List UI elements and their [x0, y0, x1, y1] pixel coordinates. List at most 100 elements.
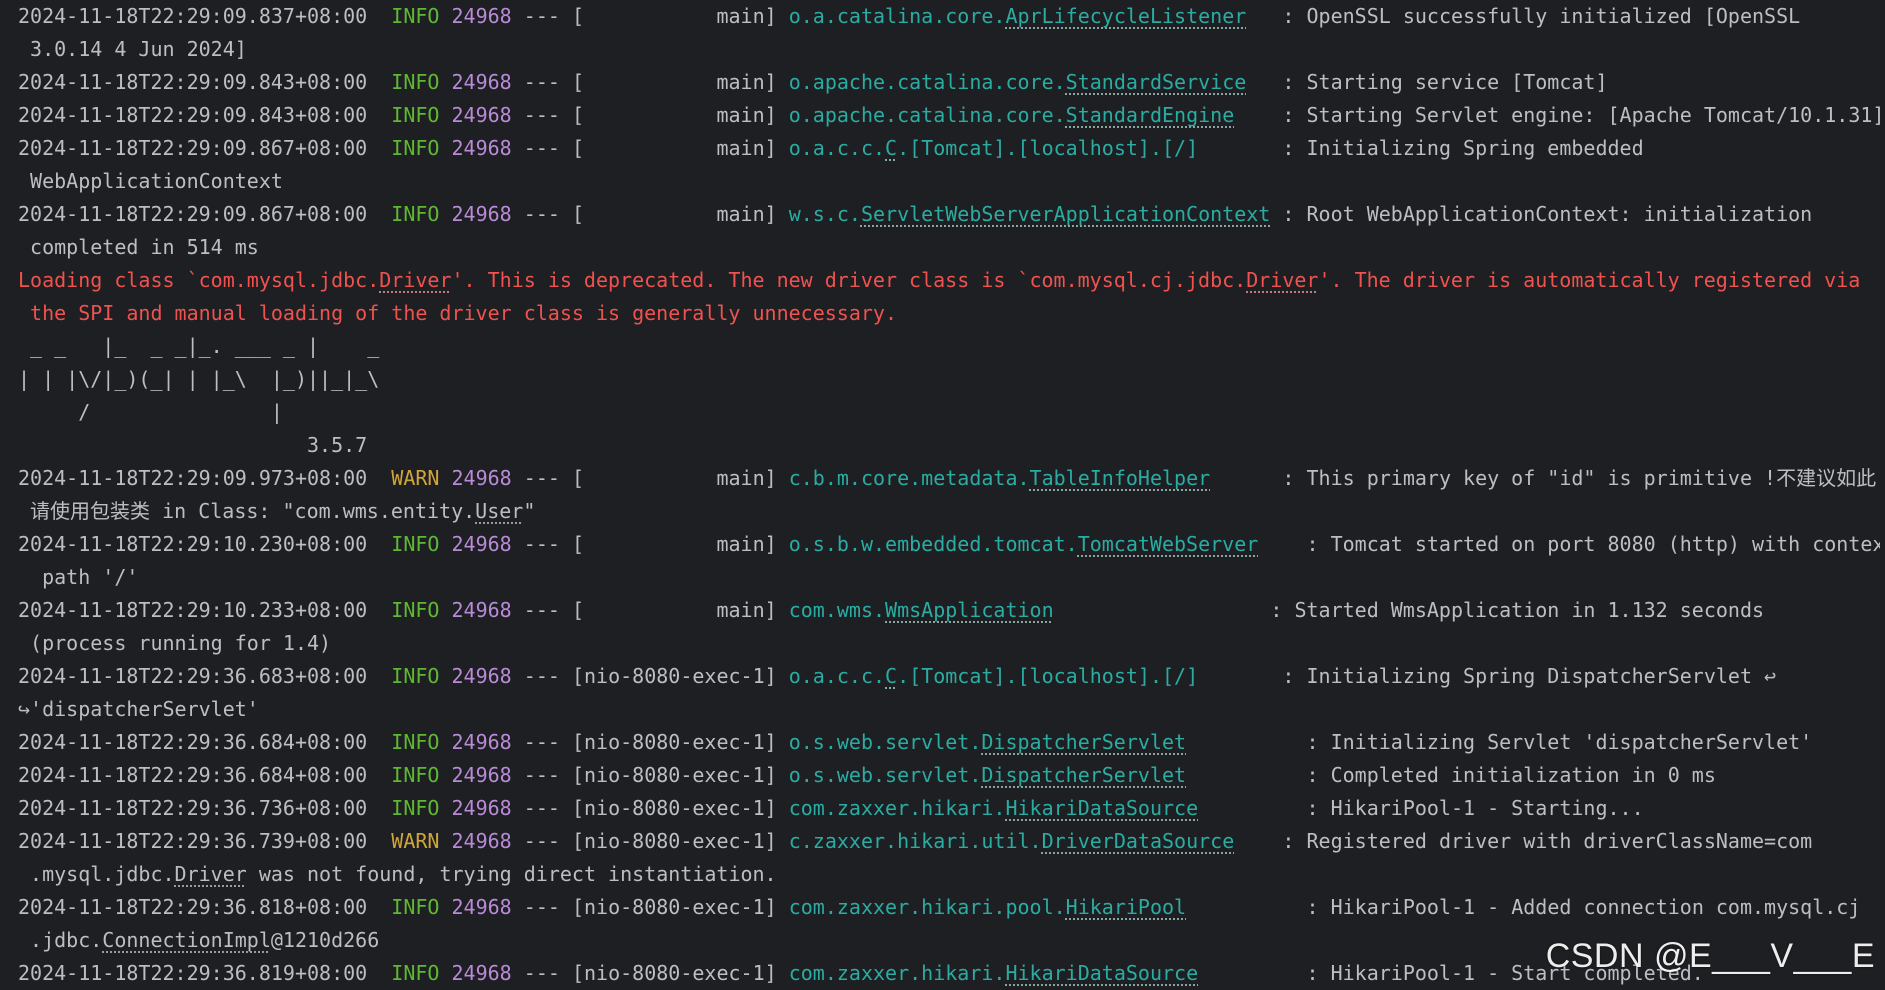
- logger-class: C: [885, 136, 898, 160]
- log-logger-link[interactable]: o.a.c.c.C.[Tomcat].[localhost].[/]: [789, 136, 1198, 160]
- log-logger-link[interactable]: c.zaxxer.hikari.util.DriverDataSource: [789, 829, 1235, 853]
- log-line: 2024-11-18T22:29:09.867+08:00 INFO 24968…: [18, 136, 1644, 160]
- log-line: 2024-11-18T22:29:09.843+08:00 INFO 24968…: [18, 70, 1608, 94]
- log-pid: 24968: [451, 532, 512, 556]
- logger-class: TableInfoHelper: [1029, 466, 1211, 490]
- log-timestamp: 2024-11-18T22:29:09.843+08:00: [18, 103, 368, 127]
- line-text: .jdbc.: [18, 928, 103, 952]
- banner-line: / |: [18, 396, 1880, 429]
- log-logger-link[interactable]: c.b.m.core.metadata.TableInfoHelper: [789, 466, 1210, 490]
- continuation-text: (process running for 1.4): [18, 631, 332, 655]
- log-logger-link[interactable]: w.s.c.ServletWebServerApplicationContext: [789, 202, 1271, 226]
- log-logger-link[interactable]: o.apache.catalina.core.StandardEngine: [789, 103, 1235, 127]
- log-logger-link[interactable]: o.s.b.w.embedded.tomcat.TomcatWebServer: [789, 532, 1259, 556]
- error-line: the SPI and manual loading of the driver…: [18, 297, 1880, 330]
- log-line: 2024-11-18T22:29:10.230+08:00 INFO 24968…: [18, 528, 1880, 561]
- logger-package: c.zaxxer.hikari.util.: [788, 829, 1042, 853]
- log-logger-link[interactable]: o.apache.catalina.core.StandardService: [789, 70, 1247, 94]
- logger-class: HikariDataSource: [1005, 796, 1199, 820]
- log-thread: [nio-8080-exec-1]: [571, 664, 777, 688]
- log-line: 2024-11-18T22:29:09.843+08:00 INFO 24968…: [18, 99, 1880, 132]
- banner-line: | | |\/|_)(_| | |_\ |_)||_|_\: [18, 363, 1880, 396]
- log-logger-link[interactable]: com.zaxxer.hikari.HikariDataSource: [789, 961, 1198, 985]
- log-logger-link[interactable]: o.s.web.servlet.DispatcherServlet: [789, 730, 1186, 754]
- log-pid: 24968: [451, 895, 512, 919]
- log-pid: 24968: [451, 730, 512, 754]
- log-pad: [1054, 598, 1271, 622]
- logger-package: com.zaxxer.hikari.: [788, 796, 1006, 820]
- log-continuation: .mysql.jdbc.Driver was not found, trying…: [18, 858, 1880, 891]
- log-logger-link[interactable]: com.zaxxer.hikari.pool.HikariPool: [789, 895, 1186, 919]
- log-level: WARN: [391, 829, 440, 853]
- log-line: 2024-11-18T22:29:36.736+08:00 INFO 24968…: [18, 796, 1644, 820]
- log-logger-link[interactable]: o.a.catalina.core.AprLifecycleListener: [789, 4, 1247, 28]
- log-message: : HikariPool-1 - Added connection com.my…: [1306, 895, 1861, 919]
- log-logger-link[interactable]: com.wms.WmsApplication: [789, 598, 1054, 622]
- log-message: : Registered driver with driverClassName…: [1282, 829, 1813, 853]
- log-line: 2024-11-18T22:29:36.818+08:00 INFO 24968…: [18, 895, 1861, 919]
- continuation-text: ↪'dispatcherServlet': [18, 697, 259, 721]
- log-line: 2024-11-18T22:29:36.683+08:00 INFO 24968…: [18, 664, 1777, 688]
- line-text: .mysql.jdbc.: [18, 862, 175, 886]
- log-timestamp: 2024-11-18T22:29:36.739+08:00: [18, 829, 368, 853]
- log-line: 2024-11-18T22:29:10.233+08:00 INFO 24968…: [18, 598, 1765, 622]
- console-output[interactable]: 2024-11-18T22:29:09.837+08:00 INFO 24968…: [18, 0, 1880, 990]
- log-level: INFO: [391, 202, 440, 226]
- logger-package: o.apache.catalina.core.: [788, 103, 1066, 127]
- log-thread: [ main]: [571, 136, 777, 160]
- log-timestamp: 2024-11-18T22:29:36.684+08:00: [18, 730, 368, 754]
- log-pad: [1198, 796, 1306, 820]
- logger-package: o.a.c.c.: [788, 136, 886, 160]
- log-timestamp: 2024-11-18T22:29:09.973+08:00: [18, 466, 368, 490]
- log-message: : This primary key of "id" is primitive …: [1282, 466, 1877, 490]
- log-thread: [ main]: [571, 532, 777, 556]
- log-line: 2024-11-18T22:29:36.684+08:00 INFO 24968…: [18, 730, 1813, 754]
- log-pad: [1234, 829, 1282, 853]
- log-pad: [1246, 4, 1282, 28]
- log-level: INFO: [391, 796, 440, 820]
- log-timestamp: 2024-11-18T22:29:09.843+08:00: [18, 70, 368, 94]
- log-pad: [1186, 730, 1306, 754]
- logger-package: c.b.m.core.metadata.: [788, 466, 1030, 490]
- log-pid: 24968: [451, 70, 512, 94]
- log-thread: [ main]: [571, 4, 777, 28]
- log-line: 2024-11-18T22:29:36.684+08:00 INFO 24968…: [18, 763, 1716, 787]
- log-level: INFO: [391, 895, 440, 919]
- log-timestamp: 2024-11-18T22:29:36.819+08:00: [18, 961, 368, 985]
- log-timestamp: 2024-11-18T22:29:10.230+08:00: [18, 532, 368, 556]
- log-logger-link[interactable]: o.s.web.servlet.DispatcherServlet: [789, 763, 1186, 787]
- error-line: Loading class `com.mysql.jdbc.Driver'. T…: [18, 264, 1880, 297]
- log-message: : Initializing Spring DispatcherServlet …: [1282, 664, 1777, 688]
- log-pad: [1234, 103, 1282, 127]
- log-pid: 24968: [451, 103, 512, 127]
- log-timestamp: 2024-11-18T22:29:36.684+08:00: [18, 763, 368, 787]
- logger-package: o.a.catalina.core.: [788, 4, 1006, 28]
- banner-text: / |: [18, 400, 404, 424]
- log-continuation: completed in 514 ms: [18, 231, 1880, 264]
- log-thread: [nio-8080-exec-1]: [571, 796, 777, 820]
- logger-class: StandardService: [1065, 70, 1247, 94]
- logger-package: com.zaxxer.hikari.pool.: [788, 895, 1066, 919]
- log-timestamp: 2024-11-18T22:29:10.233+08:00: [18, 598, 368, 622]
- log-pid: 24968: [451, 4, 512, 28]
- log-pad: [1186, 763, 1306, 787]
- logger-class: DriverDataSource: [1041, 829, 1235, 853]
- log-pad: [1270, 202, 1282, 226]
- log-pid: 24968: [451, 136, 512, 160]
- log-line: 2024-11-18T22:29:09.973+08:00 WARN 24968…: [18, 466, 1877, 490]
- log-logger-link[interactable]: com.zaxxer.hikari.HikariDataSource: [789, 796, 1198, 820]
- log-pid: 24968: [451, 466, 512, 490]
- csdn-watermark: CSDN @E___V___E: [1545, 937, 1875, 975]
- log-continuation: path '/': [18, 561, 1880, 594]
- line-text: @1210d266: [270, 928, 380, 952]
- log-thread: [ main]: [571, 598, 777, 622]
- log-pid: 24968: [451, 664, 512, 688]
- log-continuation: 请使用包装类 in Class: "com.wms.entity.User": [18, 495, 1880, 528]
- logger-class: TomcatWebServer: [1077, 532, 1259, 556]
- log-level: INFO: [391, 70, 440, 94]
- log-message: : OpenSSL successfully initialized [Open…: [1282, 4, 1801, 28]
- log-level: INFO: [391, 763, 440, 787]
- logger-class: DispatcherServlet: [981, 730, 1187, 754]
- line-text: Loading class `com.mysql.jdbc.: [18, 268, 380, 292]
- log-logger-link[interactable]: o.a.c.c.C.[Tomcat].[localhost].[/]: [789, 664, 1198, 688]
